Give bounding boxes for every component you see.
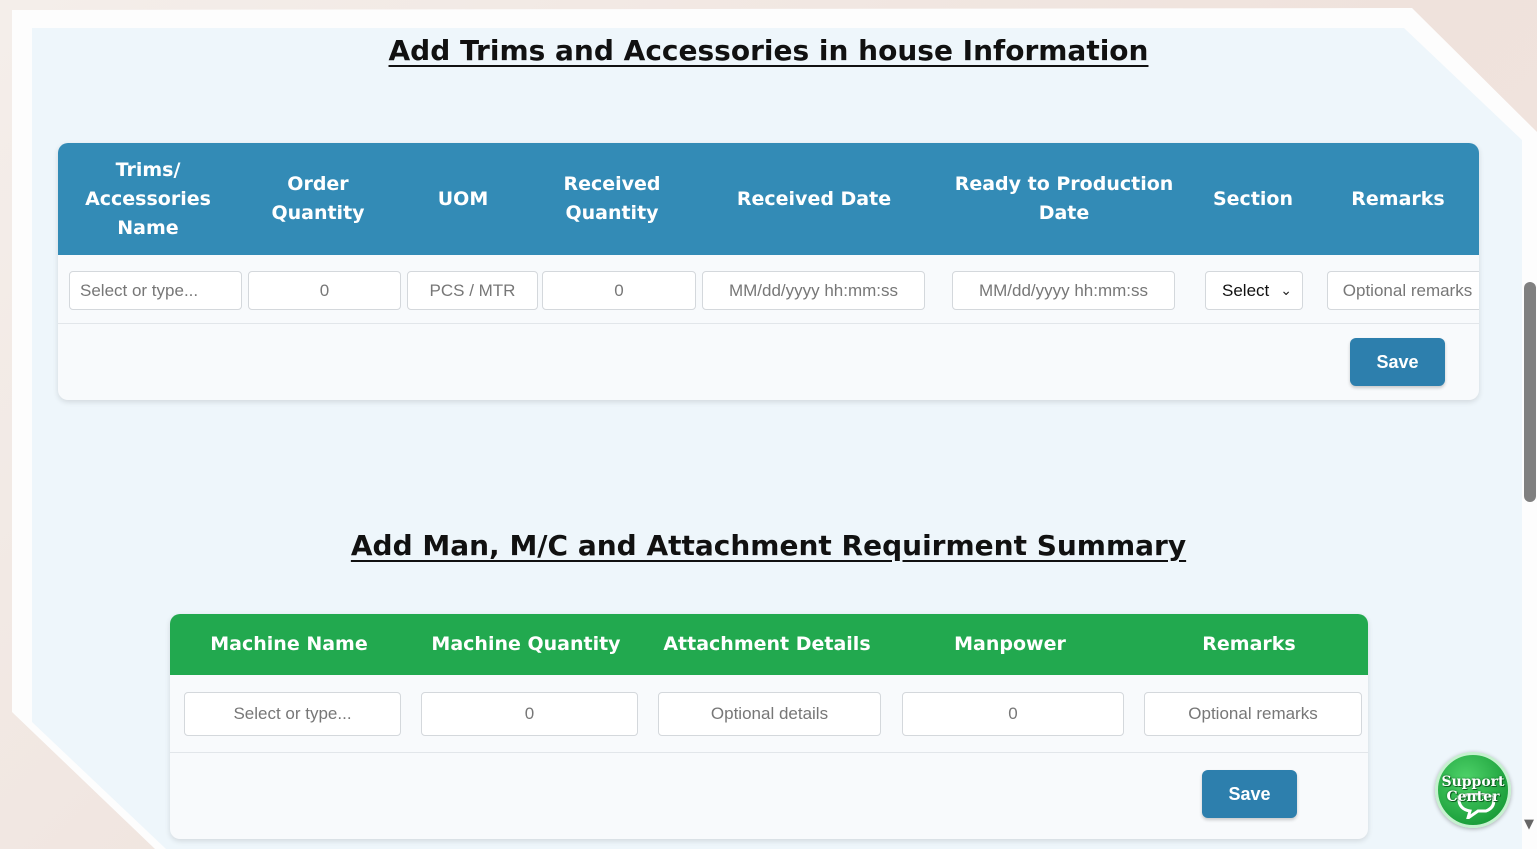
machine-form-card: Machine Name Machine Quantity Attachment… [170, 614, 1368, 839]
ready-to-production-date-input[interactable]: MM/dd/yyyy hh:mm:ss [952, 271, 1175, 310]
machine-table-header: Machine Name Machine Quantity Attachment… [170, 614, 1368, 675]
column-header-ready-date: Ready to Production Date [954, 173, 1174, 224]
column-header-manpower: Manpower [954, 633, 1066, 655]
support-label-line2: Center [1446, 789, 1500, 805]
trims-form-card: Trims/ Accessories Name Order Quantity U… [58, 143, 1479, 400]
trims-table-header: Trims/ Accessories Name Order Quantity U… [58, 143, 1479, 255]
section-select[interactable]: Select ⌄ [1205, 271, 1303, 310]
page-scrollbar-thumb[interactable] [1524, 282, 1536, 502]
trims-save-button[interactable]: Save [1350, 338, 1445, 386]
column-header-machine-remarks: Remarks [1202, 633, 1296, 655]
column-header-received-date: Received Date [736, 187, 892, 210]
column-header-received-quantity: Received Quantity [563, 173, 661, 224]
support-center-button[interactable]: Support Center [1435, 752, 1511, 828]
received-date-input[interactable]: MM/dd/yyyy hh:mm:ss [702, 271, 925, 310]
trims-name-input[interactable]: Select or type... [69, 271, 242, 310]
column-header-attachment-details: Attachment Details [663, 633, 871, 655]
support-label-line1: Support [1441, 774, 1505, 790]
machine-section-title: Add Man, M/C and Attachment Requirment S… [350, 529, 1187, 562]
chevron-down-icon: ⌄ [1280, 282, 1292, 298]
column-header-machine-name: Machine Name [210, 633, 368, 655]
manpower-input[interactable]: 0 [902, 692, 1124, 736]
column-header-trims-name: Trims/ Accessories Name [85, 158, 211, 239]
column-header-remarks: Remarks [1351, 187, 1445, 210]
trims-remarks-input[interactable]: Optional remarks [1327, 271, 1479, 310]
column-header-uom: UOM [437, 187, 489, 210]
order-quantity-input[interactable]: 0 [248, 271, 401, 310]
trims-row-divider [58, 323, 1479, 324]
column-header-machine-quantity: Machine Quantity [431, 633, 621, 655]
column-header-order-quantity: Order Quantity [271, 173, 365, 224]
trims-section-title: Add Trims and Accessories in house Infor… [388, 34, 1149, 67]
attachment-details-input[interactable]: Optional details [658, 692, 881, 736]
machine-save-button[interactable]: Save [1202, 770, 1297, 818]
machine-quantity-input[interactable]: 0 [421, 692, 638, 736]
machine-row-divider [170, 752, 1368, 753]
scroll-down-arrow-icon[interactable]: ▼ [1524, 817, 1534, 832]
column-header-section: Section [1212, 187, 1293, 210]
received-quantity-input[interactable]: 0 [542, 271, 696, 310]
machine-remarks-input[interactable]: Optional remarks [1144, 692, 1362, 736]
uom-input[interactable]: PCS / MTR [407, 271, 538, 310]
section-select-value: Select [1222, 280, 1270, 300]
machine-name-input[interactable]: Select or type... [184, 692, 401, 736]
